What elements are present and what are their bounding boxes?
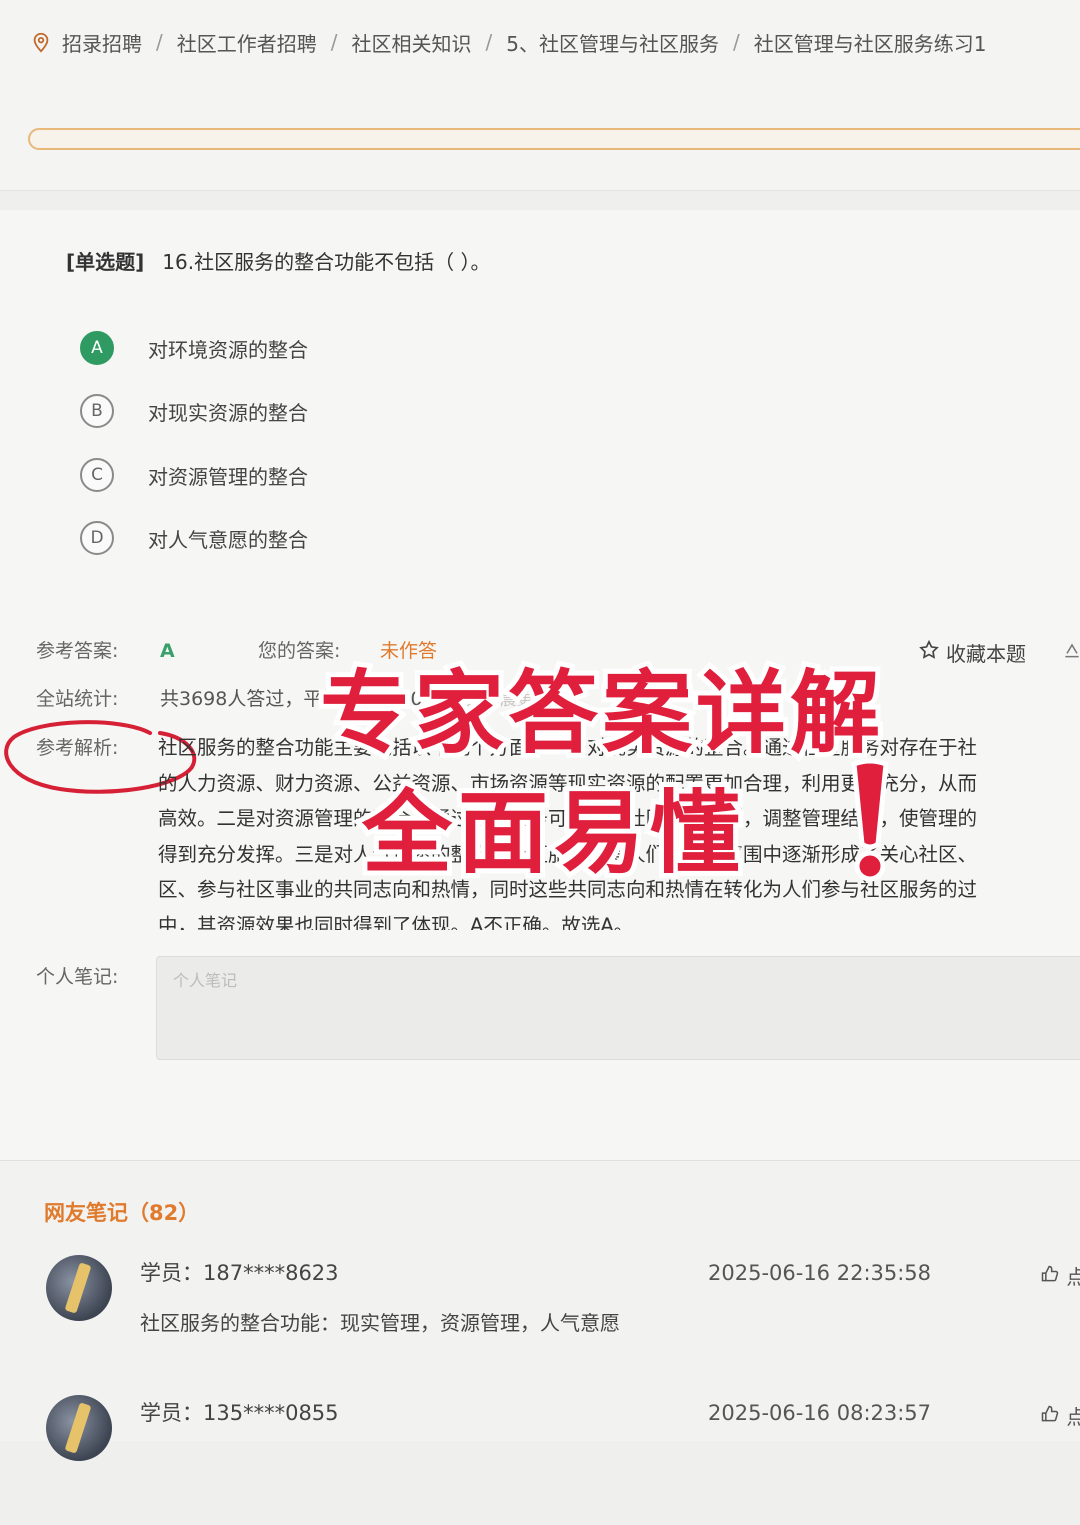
overlay-line-1: 专家答案详解 <box>315 656 885 771</box>
comments-section: 网友笔记（82） 学员：187****8623 2025-06-16 22:35… <box>0 1160 1080 1461</box>
avatar <box>46 1255 112 1321</box>
top-bar: 招录招聘 / 社区工作者招聘 / 社区相关知识 / 5、社区管理与社区服务 / … <box>0 0 1080 191</box>
comment-user: 学员：187****8623 <box>140 1261 339 1285</box>
option-c[interactable]: C 对资源管理的整合 <box>80 455 308 495</box>
option-d[interactable]: D 对人气意愿的整合 <box>80 518 308 558</box>
comment-time: 2025-06-16 08:23:57 <box>708 1401 932 1425</box>
option-text: 对环境资源的整合 <box>148 337 308 362</box>
question-heading: [单选题] 16.社区服务的整合功能不包括（ ）。 <box>66 246 490 275</box>
progress-bar <box>28 128 1080 150</box>
note-label: 个人笔记: <box>36 966 119 988</box>
exclamation-icon <box>851 758 889 882</box>
breadcrumb-item-community-worker[interactable]: 社区工作者招聘 <box>177 28 317 57</box>
avatar <box>46 1395 112 1461</box>
note-placeholder: 个人笔记 <box>173 971 238 990</box>
option-b[interactable]: B 对现实资源的整合 <box>80 391 308 431</box>
ref-answer-label: 参考答案: <box>36 640 119 662</box>
option-letter-badge: B <box>80 394 114 428</box>
question-text: 16.社区服务的整合功能不包括（ ）。 <box>162 250 491 274</box>
option-a[interactable]: A 对环境资源的整合 <box>80 328 308 368</box>
promo-overlay: 专家答案详解 全面易懂 <box>300 620 1000 891</box>
like-button[interactable]: 点 <box>1040 1261 1080 1290</box>
breadcrumb-item-chapter[interactable]: 5、社区管理与社区服务 <box>506 28 719 57</box>
breadcrumb: 招录招聘 / 社区工作者招聘 / 社区相关知识 / 5、社区管理与社区服务 / … <box>30 24 986 60</box>
option-text: 对现实资源的整合 <box>148 400 308 425</box>
analysis-line: 中，其资源效果也同时得到了体现。A不正确。故选A。 <box>158 913 634 930</box>
share-icon[interactable] <box>1062 640 1080 665</box>
breadcrumb-item-recruit[interactable]: 招录招聘 <box>62 28 142 57</box>
comment-time: 2025-06-16 22:35:58 <box>708 1261 932 1285</box>
thumbs-up-icon <box>1040 1265 1066 1289</box>
option-text: 对资源管理的整合 <box>148 464 308 489</box>
ref-answer-value: A <box>160 640 175 662</box>
comment-item: 学员：187****8623 2025-06-16 22:35:58 点 社区服… <box>0 1255 1080 1385</box>
comment-user: 学员：135****0855 <box>140 1401 339 1425</box>
option-letter-badge: D <box>80 521 114 555</box>
comment-item: 学员：135****0855 2025-06-16 08:23:57 点 <box>0 1395 1080 1525</box>
personal-note-input[interactable]: 个人笔记 <box>156 956 1080 1060</box>
option-letter-badge: C <box>80 458 114 492</box>
like-label: 点 <box>1066 1405 1080 1429</box>
stats-label: 全站统计: <box>36 688 119 710</box>
breadcrumb-separator: / <box>156 30 163 54</box>
question-type-label: [单选题] <box>66 250 145 274</box>
breadcrumb-separator: / <box>732 30 740 54</box>
comment-text: 社区服务的整合功能：现实管理，资源管理，人气意愿 <box>140 1311 620 1335</box>
like-button[interactable]: 点 <box>1040 1401 1080 1430</box>
question-card: [单选题] 16.社区服务的整合功能不包括（ ）。 A 对环境资源的整合 B 对现… <box>0 210 1080 1160</box>
breadcrumb-item-knowledge[interactable]: 社区相关知识 <box>352 28 472 57</box>
overlay-line-2: 全面易懂 <box>357 776 746 891</box>
note-label-row: 个人笔记: <box>36 962 160 989</box>
thumbs-up-icon <box>1040 1405 1066 1429</box>
breadcrumb-separator: / <box>330 30 338 54</box>
breadcrumb-separator: / <box>485 30 493 54</box>
option-text: 对人气意愿的整合 <box>148 527 308 552</box>
location-pin-icon <box>30 31 52 53</box>
comments-title: 网友笔记（82） <box>44 1201 200 1225</box>
breadcrumb-item-practice[interactable]: 社区管理与社区服务练习1 <box>754 28 987 57</box>
option-letter-badge: A <box>80 331 114 365</box>
like-label: 点 <box>1066 1265 1080 1289</box>
